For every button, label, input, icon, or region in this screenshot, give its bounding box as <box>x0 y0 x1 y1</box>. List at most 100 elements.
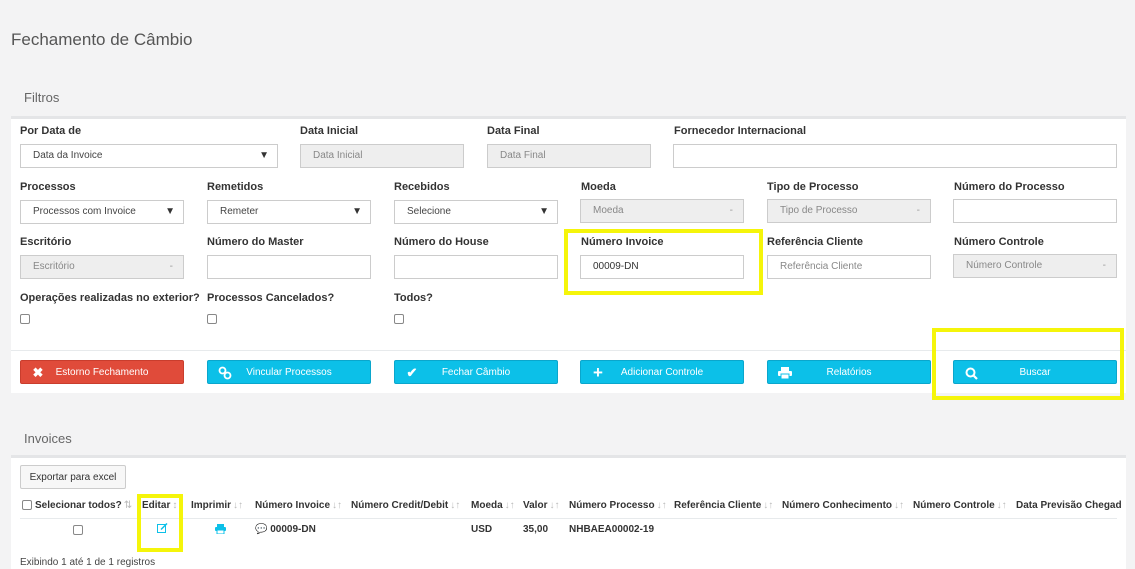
row-valor: 35,00 <box>523 524 549 535</box>
numero-controle-select[interactable]: Número Controle - <box>953 254 1117 278</box>
relatorios-button[interactable]: Relatórios <box>767 360 931 384</box>
sort-icon: ⇅ <box>123 500 133 511</box>
escritorio-select[interactable]: Escritório - <box>20 255 184 279</box>
invoices-section-title: Invoices <box>24 431 72 446</box>
cancelados-checkbox[interactable] <box>207 314 217 324</box>
column-header-credit-debit[interactable]: Número Credit/Debit ↓↑ <box>351 500 460 511</box>
table-footer-info: Exibindo 1 até 1 de 1 registros <box>20 557 156 568</box>
sort-icon: ↓↑ <box>233 500 244 511</box>
tipo-processo-select[interactable]: Tipo de Processo - <box>767 199 931 223</box>
highlight-buscar <box>932 328 1124 400</box>
highlight-editar <box>137 494 183 552</box>
remetidos-label: Remetidos <box>207 181 264 193</box>
numero-master-input[interactable] <box>207 255 371 279</box>
fechar-cambio-button[interactable]: ✔ Fechar Câmbio <box>394 360 558 384</box>
row-select-checkbox[interactable] <box>73 525 83 535</box>
moeda-label: Moeda <box>581 181 616 193</box>
data-inicial-input[interactable]: Data Inicial <box>300 144 464 168</box>
sort-icon: ↓↑ <box>996 500 1007 511</box>
select-all-checkbox[interactable] <box>22 500 32 510</box>
link-icon <box>216 364 234 382</box>
escritorio-value: Escritório <box>33 261 75 272</box>
relatorios-label: Relatórios <box>826 366 872 378</box>
sort-icon: ↓↑ <box>504 500 515 511</box>
numero-controle-value: Número Controle <box>966 260 1043 271</box>
tipo-processo-label: Tipo de Processo <box>767 181 859 193</box>
table-header-divider <box>20 518 1117 519</box>
data-inicial-label: Data Inicial <box>300 125 359 137</box>
op-exterior-checkbox[interactable] <box>20 314 30 324</box>
adicionar-controle-button[interactable]: + Adicionar Controle <box>580 360 744 384</box>
numero-master-label: Número do Master <box>207 236 304 248</box>
dash-icon: - <box>169 261 173 272</box>
sort-icon: ↓↑ <box>894 500 905 511</box>
estorno-fechamento-button[interactable]: ✖ Estorno Fechamento <box>20 360 184 384</box>
column-header-numero-invoice[interactable]: Número Invoice ↓↑ <box>255 500 342 511</box>
column-header-selecionar[interactable]: Selecionar todos? ⇅ <box>35 500 132 511</box>
filters-section-title: Filtros <box>24 90 60 105</box>
cancelados-label: Processos Cancelados? <box>207 292 335 304</box>
por-data-select[interactable]: Data da Invoice ▼ <box>20 144 278 168</box>
fornecedor-input[interactable] <box>673 144 1117 168</box>
column-header-data-previsao[interactable]: Data Previsão Chegad <box>1016 500 1122 511</box>
column-header-referencia-cliente[interactable]: Referência Cliente ↓↑ <box>674 500 773 511</box>
page-title: Fechamento de Câmbio <box>11 30 193 49</box>
plus-icon: + <box>593 363 603 382</box>
tipo-processo-value: Tipo de Processo <box>780 205 858 216</box>
export-excel-button[interactable]: Exportar para excel <box>20 465 126 489</box>
numero-controle-label: Número Controle <box>954 236 1044 248</box>
dash-icon: - <box>1102 260 1106 271</box>
processos-select[interactable]: Processos com Invoice ▼ <box>20 200 184 224</box>
row-numero-invoice[interactable]: 💬 00009-DN <box>255 524 316 535</box>
column-header-numero-controle[interactable]: Número Controle ↓↑ <box>913 500 1007 511</box>
check-icon: ✔ <box>406 365 418 380</box>
column-header-moeda[interactable]: Moeda ↓↑ <box>471 500 515 511</box>
fechar-label: Fechar Câmbio <box>441 366 511 378</box>
recebidos-select[interactable]: Selecione ▼ <box>394 200 558 224</box>
chevron-down-icon: ▼ <box>165 206 175 217</box>
data-final-label: Data Final <box>487 125 540 137</box>
remetidos-select[interactable]: Remeter ▼ <box>207 200 371 224</box>
todos-label: Todos? <box>394 292 433 304</box>
chevron-down-icon: ▼ <box>259 150 269 161</box>
por-data-label: Por Data de <box>20 125 82 137</box>
referencia-cliente-label: Referência Cliente <box>767 236 863 248</box>
estorno-label: Estorno Fechamento <box>55 366 149 378</box>
remetidos-value: Remeter <box>220 206 259 217</box>
escritorio-label: Escritório <box>20 236 72 248</box>
chevron-down-icon: ▼ <box>539 206 549 217</box>
data-final-input[interactable]: Data Final <box>487 144 651 168</box>
numero-house-label: Número do House <box>394 236 489 248</box>
row-numero-processo: NHBAEA00002-19 <box>569 524 655 535</box>
referencia-cliente-input[interactable]: Referência Cliente <box>767 255 931 279</box>
highlight-numero-invoice <box>564 229 763 295</box>
fornecedor-label: Fornecedor Internacional <box>674 125 807 137</box>
processos-label: Processos <box>20 181 76 193</box>
chevron-down-icon: ▼ <box>352 206 362 217</box>
sort-icon: ↓↑ <box>763 500 774 511</box>
numero-processo-input[interactable] <box>953 199 1117 223</box>
numero-processo-label: Número do Processo <box>954 181 1065 193</box>
sort-icon: ↓↑ <box>450 500 461 511</box>
dash-icon: - <box>729 205 733 216</box>
vincular-label: Vincular Processos <box>246 366 332 378</box>
column-header-numero-processo[interactable]: Número Processo ↓↑ <box>569 500 667 511</box>
close-icon: ✖ <box>32 365 44 380</box>
row-moeda: USD <box>471 524 493 535</box>
comment-icon: 💬 <box>255 524 268 535</box>
vincular-processos-button[interactable]: Vincular Processos <box>207 360 371 384</box>
print-icon[interactable] <box>215 524 226 537</box>
recebidos-value: Selecione <box>407 206 451 217</box>
numero-house-input[interactable] <box>394 255 558 279</box>
column-header-numero-conhecimento[interactable]: Número Conhecimento ↓↑ <box>782 500 904 511</box>
dash-icon: - <box>916 205 920 216</box>
recebidos-label: Recebidos <box>394 181 450 193</box>
print-icon <box>776 364 794 382</box>
column-header-imprimir[interactable]: Imprimir ↓↑ <box>191 500 243 511</box>
sort-icon: ↓↑ <box>549 500 560 511</box>
op-exterior-label: Operações realizadas no exterior? <box>20 292 200 304</box>
moeda-select[interactable]: Moeda - <box>580 199 744 223</box>
column-header-valor[interactable]: Valor ↓↑ <box>523 500 559 511</box>
todos-checkbox[interactable] <box>394 314 404 324</box>
sort-icon: ↓↑ <box>332 500 343 511</box>
